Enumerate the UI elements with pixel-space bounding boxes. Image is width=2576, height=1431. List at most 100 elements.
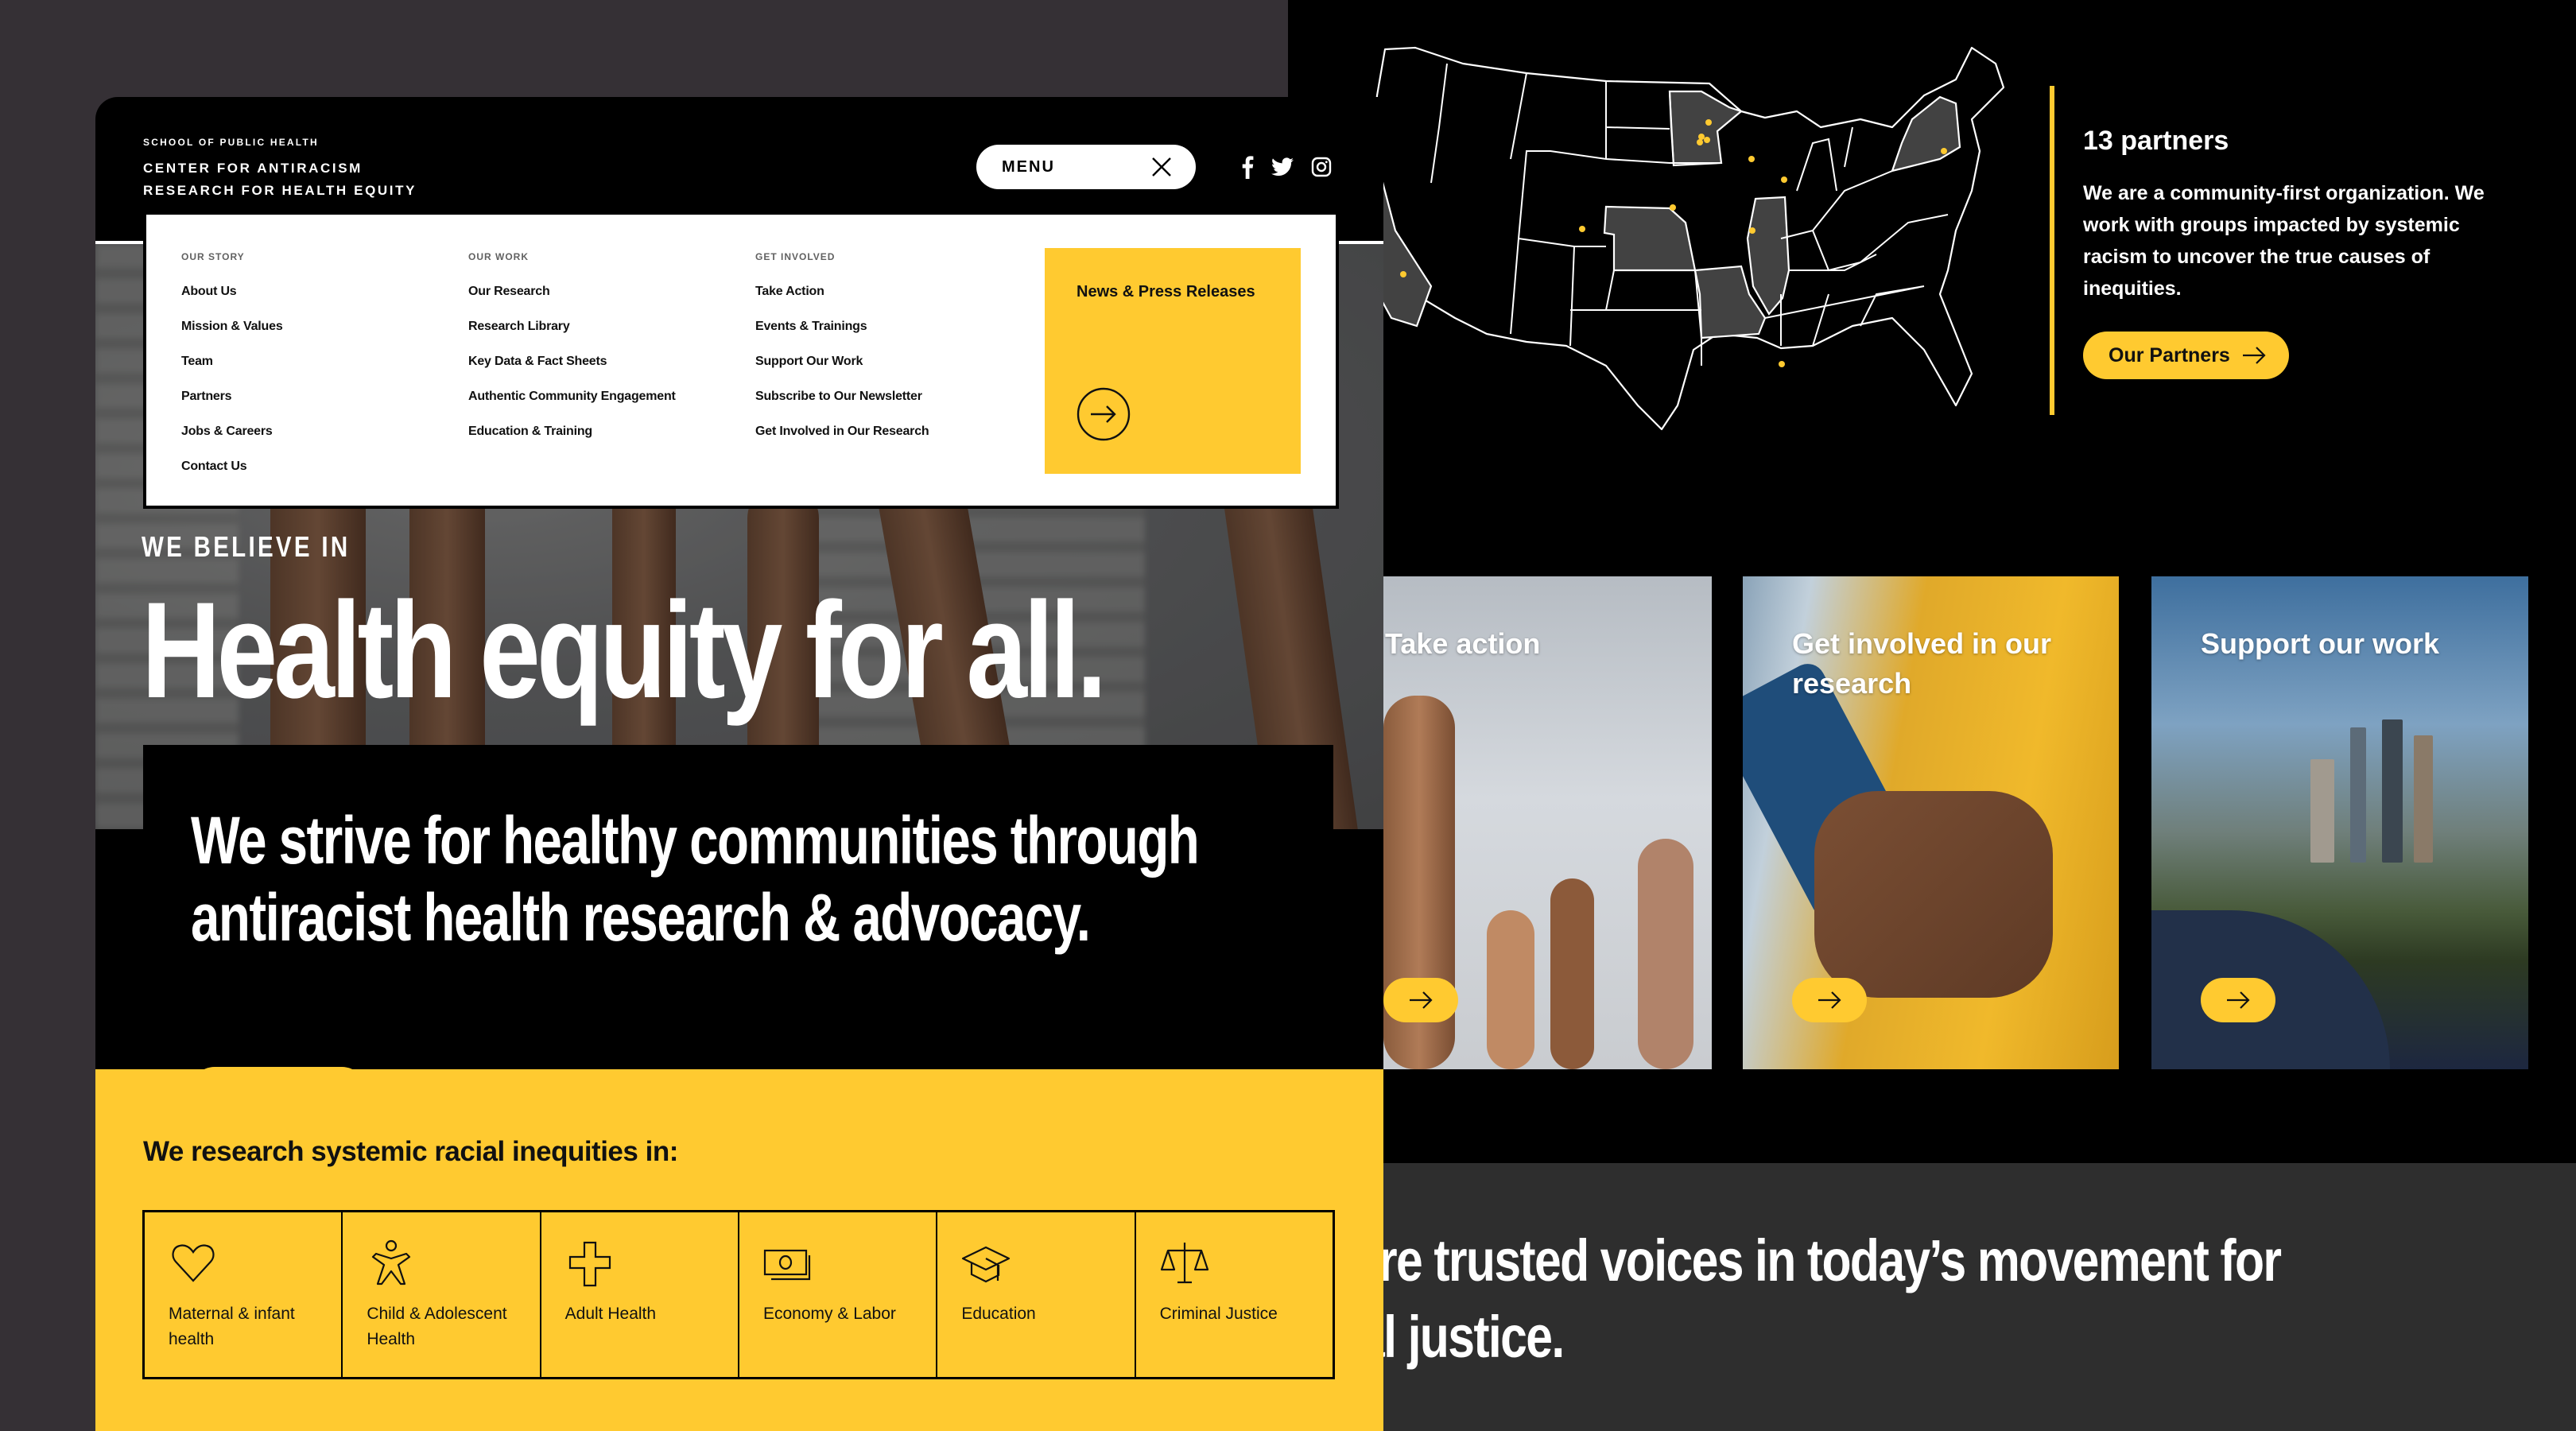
menu-item-mission-values[interactable]: Mission & Values xyxy=(181,320,283,334)
partner-marker xyxy=(1779,361,1785,367)
us-partner-map xyxy=(1368,46,2005,431)
partner-marker xyxy=(1400,271,1406,277)
menu-item-jobs-careers[interactable]: Jobs & Careers xyxy=(181,425,283,439)
scales-icon xyxy=(1160,1243,1208,1284)
menu-column-our-story: OUR STORY About Us Mission & Values Team… xyxy=(181,251,283,494)
partner-marker xyxy=(1698,134,1705,140)
mega-menu-dropdown: OUR STORY About Us Mission & Values Team… xyxy=(143,215,1339,509)
twitter-link[interactable] xyxy=(1271,155,1294,179)
heart-icon xyxy=(172,1244,215,1282)
menu-item-our-research[interactable]: Our Research xyxy=(468,285,676,299)
quote-text: We are trusted voices in today’s movemen… xyxy=(1288,1223,2287,1375)
research-categories-grid: Maternal & infant health Child & Adolesc… xyxy=(142,1210,1335,1379)
partner-marker xyxy=(1705,119,1712,126)
menu-item-key-data[interactable]: Key Data & Fact Sheets xyxy=(468,355,676,369)
graduation-cap-icon xyxy=(962,1246,1011,1283)
menu-item-support-our-work[interactable]: Support Our Work xyxy=(755,355,929,369)
menu-item-take-action[interactable]: Take Action xyxy=(755,285,929,299)
intro-statement: We strive for healthy communities throug… xyxy=(191,802,1200,956)
partner-marker xyxy=(1781,176,1787,183)
category-maternal-infant-health[interactable]: Maternal & infant health xyxy=(145,1212,343,1377)
facebook-icon xyxy=(1242,156,1254,179)
partner-marker xyxy=(1697,139,1703,145)
medical-cross-icon xyxy=(568,1241,611,1287)
quote-section: We are trusted voices in today’s movemen… xyxy=(1288,1163,2576,1431)
hero-title: Health equity for all. xyxy=(142,574,1107,727)
intro-line-2: antiracist health research & advocacy. xyxy=(191,880,1091,955)
menu-item-partners[interactable]: Partners xyxy=(181,390,283,404)
news-card-title: News & Press Releases xyxy=(1077,283,1255,301)
card-get-involved-research[interactable]: Get involved in our research xyxy=(1743,576,2119,1069)
quote-line-2: racial justice. xyxy=(1288,1304,1565,1370)
support-arrow-button[interactable] xyxy=(2201,978,2275,1022)
partner-marker xyxy=(1749,227,1755,234)
partner-marker xyxy=(1579,226,1585,232)
partner-marker xyxy=(1748,156,1755,162)
intro-line-1: We strive for healthy communities throug… xyxy=(191,803,1200,878)
menu-column-our-work: OUR WORK Our Research Research Library K… xyxy=(468,251,676,460)
card-title: Get involved in our research xyxy=(1792,627,2052,700)
menu-label: MENU xyxy=(1002,157,1055,176)
our-partners-label: Our Partners xyxy=(2109,343,2230,366)
partner-marker xyxy=(1941,148,1947,154)
research-arrow-button[interactable] xyxy=(1792,978,1867,1022)
menu-item-about-us[interactable]: About Us xyxy=(181,285,283,299)
arrow-right-icon xyxy=(1410,991,1433,1009)
category-label: Criminal Justice xyxy=(1159,1305,1278,1323)
category-label: Adult Health xyxy=(564,1305,657,1323)
category-label: Economy & Labor xyxy=(762,1305,896,1323)
category-child-adolescent-health[interactable]: Child & Adolescent Health xyxy=(343,1212,541,1377)
menu-item-events-trainings[interactable]: Events & Trainings xyxy=(755,320,929,334)
category-education[interactable]: Education xyxy=(937,1212,1136,1377)
card-title: Support our work xyxy=(2201,627,2439,660)
hero-eyebrow: WE BELIEVE IN xyxy=(142,530,351,563)
arrow-circle-icon xyxy=(1077,387,1131,441)
partner-marker xyxy=(1704,137,1710,143)
site-logo[interactable]: SCHOOL OF PUBLIC HEALTH CENTER FOR ANTIR… xyxy=(143,137,417,202)
right-page-preview: 13 partners We are a community-first org… xyxy=(1288,0,2576,1431)
brand-school: SCHOOL OF PUBLIC HEALTH xyxy=(143,137,319,148)
left-page-preview: SCHOOL OF PUBLIC HEALTH CENTER FOR ANTIR… xyxy=(95,97,1383,1431)
brand-center-line1: CENTER FOR ANTIRACISM xyxy=(143,161,363,176)
money-bills-icon xyxy=(763,1249,811,1281)
partner-marker xyxy=(1670,204,1676,211)
arrow-right-icon xyxy=(2242,347,2266,364)
instagram-icon xyxy=(1311,157,1332,177)
research-heading: We research systemic racial inequities i… xyxy=(143,1136,678,1167)
category-label: Education xyxy=(961,1305,1036,1323)
facebook-link[interactable] xyxy=(1236,155,1259,179)
arrow-right-icon xyxy=(2227,991,2250,1009)
menu-column-get-involved: GET INVOLVED Take Action Events & Traini… xyxy=(755,251,929,460)
research-areas-section: We research systemic racial inequities i… xyxy=(95,1069,1383,1431)
instagram-link[interactable] xyxy=(1309,155,1333,179)
menu-item-education-training[interactable]: Education & Training xyxy=(468,425,676,439)
menu-column-heading: OUR STORY xyxy=(181,251,245,262)
menu-item-get-involved-research[interactable]: Get Involved in Our Research xyxy=(755,425,929,439)
our-partners-button[interactable]: Our Partners xyxy=(2083,332,2289,379)
arrow-right-icon xyxy=(1818,991,1841,1009)
menu-column-heading: OUR WORK xyxy=(468,251,529,262)
news-press-releases-card[interactable]: News & Press Releases xyxy=(1045,248,1301,474)
category-label: Maternal & infant health xyxy=(169,1305,295,1348)
brand-center-line2: RESEARCH FOR HEALTH EQUITY xyxy=(143,183,417,198)
quote-line-1: We are trusted voices in today’s movemen… xyxy=(1288,1227,2282,1293)
menu-item-community-engagement[interactable]: Authentic Community Engagement xyxy=(468,390,676,404)
menu-toggle-button[interactable]: MENU xyxy=(976,145,1196,189)
menu-item-team[interactable]: Team xyxy=(181,355,283,369)
take-action-arrow-button[interactable] xyxy=(1383,978,1458,1022)
partners-count: 13 partners xyxy=(2083,126,2229,156)
partners-block: 13 partners We are a community-first org… xyxy=(2050,86,2527,415)
twitter-icon xyxy=(1271,157,1294,176)
category-criminal-justice[interactable]: Criminal Justice xyxy=(1136,1212,1333,1377)
category-label: Child & Adolescent Health xyxy=(367,1305,507,1348)
category-adult-health[interactable]: Adult Health xyxy=(541,1212,739,1377)
menu-item-subscribe-newsletter[interactable]: Subscribe to Our Newsletter xyxy=(755,390,929,404)
menu-column-heading: GET INVOLVED xyxy=(755,251,836,262)
close-icon xyxy=(1152,157,1171,176)
menu-item-research-library[interactable]: Research Library xyxy=(468,320,676,334)
card-support-our-work[interactable]: Support our work xyxy=(2151,576,2528,1069)
card-title: Take action xyxy=(1385,627,1541,660)
menu-item-contact-us[interactable]: Contact Us xyxy=(181,460,283,474)
category-economy-labor[interactable]: Economy & Labor xyxy=(739,1212,938,1377)
child-figure-icon xyxy=(372,1239,411,1286)
